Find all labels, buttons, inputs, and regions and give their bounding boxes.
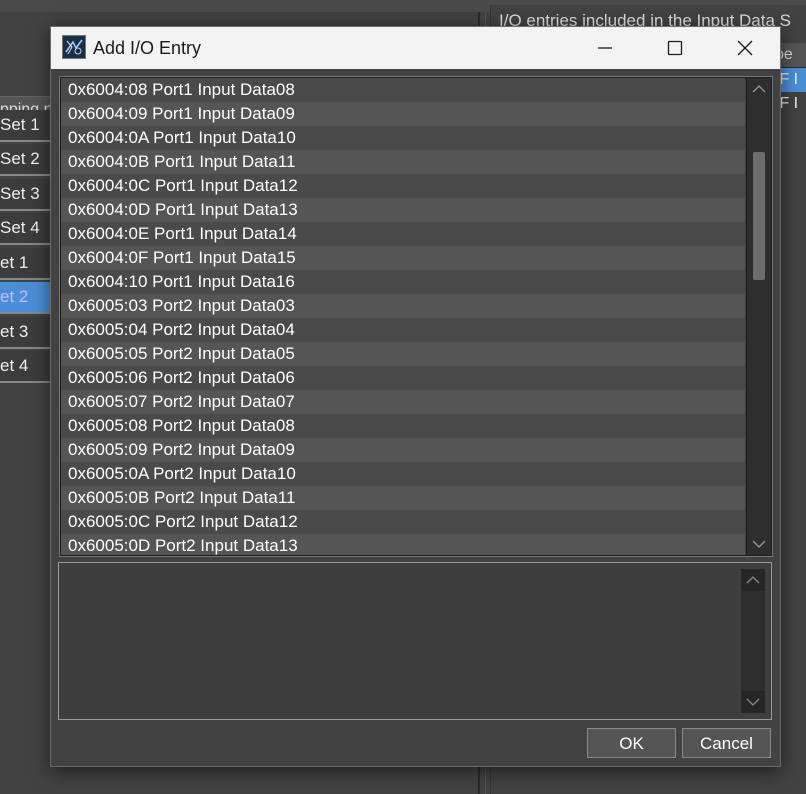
io-entry-list-item[interactable]: 0x6004:0A Port1 Input Data10 (61, 126, 745, 150)
io-entry-list-item[interactable]: 0x6005:05 Port2 Input Data05 (61, 342, 745, 366)
chevron-down-icon (746, 698, 760, 706)
scroll-thumb[interactable] (753, 152, 765, 280)
io-entry-list-item[interactable]: 0x6005:03 Port2 Input Data03 (61, 294, 745, 318)
close-button[interactable] (710, 27, 780, 69)
chevron-up-icon (746, 576, 760, 584)
io-entry-list-item[interactable]: 0x6004:0C Port1 Input Data12 (61, 174, 745, 198)
io-entry-list-item[interactable]: 0x6005:0D Port2 Input Data13 (61, 534, 745, 555)
io-entry-list[interactable]: 0x6004:08 Port1 Input Data08 0x6004:09 Po… (59, 76, 773, 557)
io-entry-list-item[interactable]: 0x6004:0E Port1 Input Data14 (61, 222, 745, 246)
maximize-icon (667, 40, 683, 56)
cancel-button[interactable]: Cancel (682, 728, 771, 758)
io-entry-list-item[interactable]: 0x6005:06 Port2 Input Data06 (61, 366, 745, 390)
io-entry-list-item[interactable]: 0x6004:0D Port1 Input Data13 (61, 198, 745, 222)
io-entry-list-item[interactable]: 0x6004:0F Port1 Input Data15 (61, 246, 745, 270)
io-entry-list-item[interactable]: 0x6004:10 Port1 Input Data16 (61, 270, 745, 294)
ok-button[interactable]: OK (587, 728, 676, 758)
io-entry-list-item[interactable]: 0x6005:04 Port2 Input Data04 (61, 318, 745, 342)
io-entry-list-item[interactable]: 0x6005:07 Port2 Input Data07 (61, 390, 745, 414)
dialog-title: Add I/O Entry (93, 38, 202, 58)
io-entry-list-item[interactable]: 0x6005:09 Port2 Input Data09 (61, 438, 745, 462)
description-scroll-down-button[interactable] (741, 691, 765, 713)
io-entry-list-scrollbar[interactable] (746, 78, 771, 555)
io-entry-list-item[interactable]: 0x6005:0C Port2 Input Data12 (61, 510, 745, 534)
io-entry-list-item[interactable]: 0x6005:08 Port2 Input Data08 (61, 414, 745, 438)
chevron-down-icon (752, 540, 766, 548)
entry-description-box[interactable] (58, 562, 772, 720)
description-scrollbar[interactable] (741, 569, 765, 713)
scroll-down-button[interactable] (747, 533, 771, 555)
close-icon (737, 40, 753, 56)
minimize-button[interactable] (570, 27, 640, 69)
minimize-icon (598, 47, 612, 49)
description-scroll-up-button[interactable] (741, 569, 765, 591)
app-icon (62, 35, 86, 59)
io-entry-list-item[interactable]: 0x6004:09 Port1 Input Data09 (61, 102, 745, 126)
add-io-entry-dialog: Add I/O Entry 0x6004:08 Port1 Input Data… (50, 26, 781, 767)
io-entry-list-rows: 0x6004:08 Port1 Input Data08 0x6004:09 Po… (61, 78, 745, 555)
io-entry-list-item[interactable]: 0x6005:0B Port2 Input Data11 (61, 486, 745, 510)
dialog-titlebar[interactable]: Add I/O Entry (51, 27, 780, 69)
io-entry-list-item[interactable]: 0x6004:08 Port1 Input Data08 (61, 78, 745, 102)
io-entry-list-item[interactable]: 0x6004:0B Port1 Input Data11 (61, 150, 745, 174)
maximize-button[interactable] (640, 27, 710, 69)
io-entry-list-item[interactable]: 0x6005:0A Port2 Input Data10 (61, 462, 745, 486)
chevron-up-icon (752, 85, 766, 93)
scroll-up-button[interactable] (747, 78, 771, 100)
